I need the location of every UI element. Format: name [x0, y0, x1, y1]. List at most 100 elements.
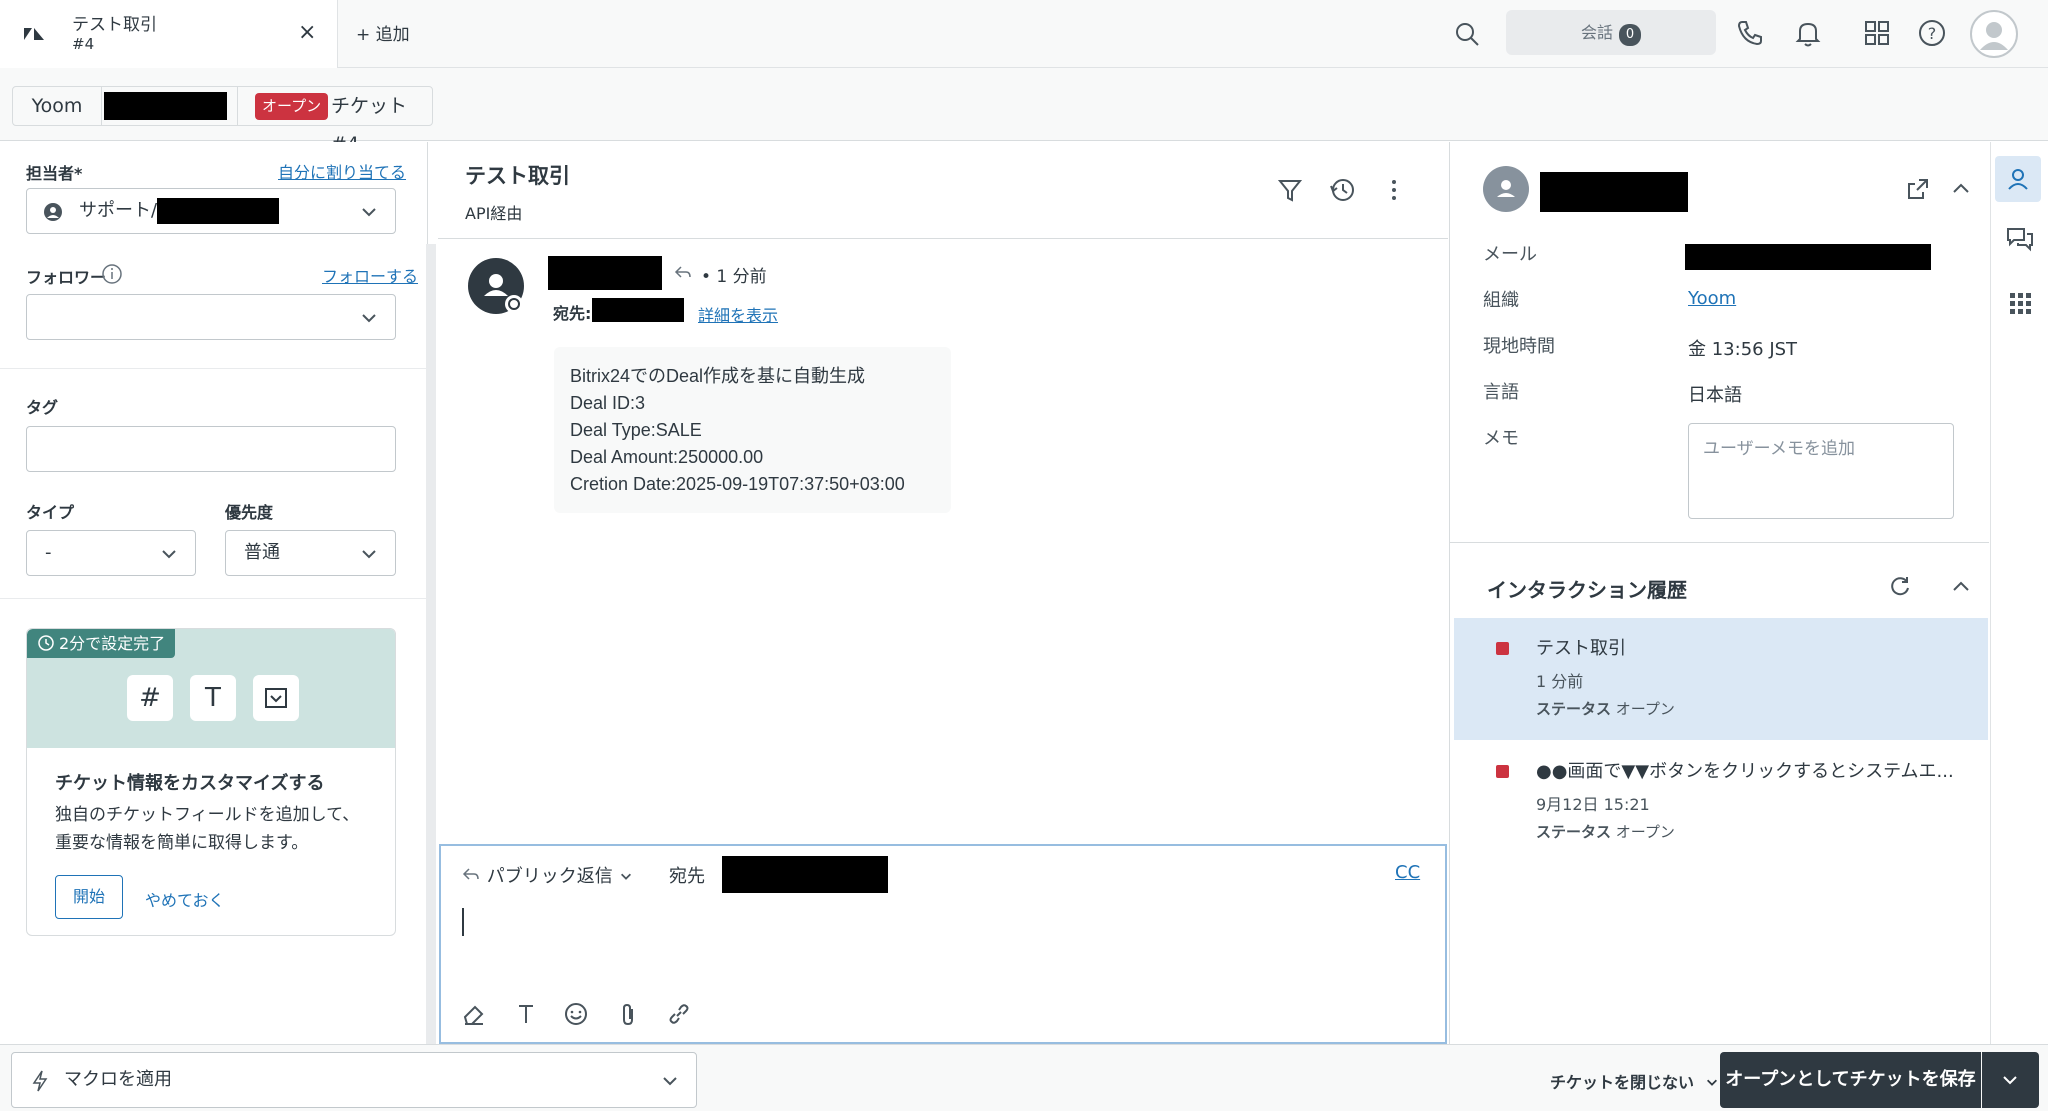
chat-bubbles-icon[interactable]	[2003, 222, 2037, 256]
emoji-icon[interactable]	[563, 1001, 589, 1027]
link-icon[interactable]	[666, 1001, 692, 1027]
history-item[interactable]: テスト取引 1 分前 ステータス オープン	[1454, 618, 1988, 740]
promo-skip-link[interactable]: やめておく	[145, 887, 225, 911]
priority-value: 普通	[244, 542, 280, 563]
redacted-sender	[548, 256, 662, 290]
history-item-status: ステータス オープン	[1536, 698, 1675, 719]
message-line: Deal ID:3	[570, 393, 646, 413]
message-line: Deal Type:SALE	[570, 420, 702, 440]
more-options-icon[interactable]	[1380, 176, 1408, 204]
ticket-channel: API経由	[465, 204, 523, 223]
priority-select[interactable]: 普通	[225, 530, 396, 576]
apply-macro-dropdown[interactable]: マクロを適用	[11, 1052, 697, 1108]
breadcrumb-ticket[interactable]: オープン チケット #4	[237, 86, 433, 155]
text-field-icon: T	[190, 675, 236, 721]
reply-composer[interactable]: パブリック返信 宛先 CC	[439, 844, 1447, 1044]
agent-avatar	[468, 258, 524, 314]
filter-icon[interactable]	[1276, 176, 1304, 204]
attachment-icon[interactable]	[615, 1001, 641, 1027]
assign-self-link[interactable]: 自分に割り当てる	[278, 159, 406, 183]
redacted-assignee	[157, 198, 280, 224]
tags-label: タグ	[26, 398, 59, 417]
type-select[interactable]: -	[26, 530, 196, 576]
status-dot	[1496, 765, 1509, 778]
memo-label: メモ	[1483, 428, 1519, 449]
history-item[interactable]: ●●画面で▼▼ボタンをクリックするとシステムエ... 9月12日 15:21 ス…	[1454, 741, 1988, 863]
cc-link[interactable]: CC	[1395, 862, 1420, 883]
help-icon[interactable]: ?	[1915, 16, 1949, 50]
info-icon[interactable]	[101, 263, 123, 285]
follow-link[interactable]: フォローする	[322, 263, 418, 287]
message-line: Deal Amount:250000.00	[570, 447, 764, 467]
close-tab-icon[interactable]: ×	[298, 20, 316, 45]
divider	[438, 238, 1448, 239]
followers-label: フォロワー	[26, 268, 107, 287]
reply-icon	[674, 266, 691, 278]
conversations-count: 0	[1619, 24, 1641, 46]
organization-link[interactable]: Yoom	[1688, 288, 1736, 309]
notification-bell-icon[interactable]	[1791, 16, 1825, 50]
eraser-icon[interactable]	[461, 1001, 487, 1027]
user-icon	[1497, 180, 1515, 197]
redacted-user-name	[104, 92, 227, 120]
memo-textarea[interactable]: ユーザーメモを追加	[1688, 423, 1954, 519]
user-icon	[484, 274, 523, 313]
refresh-icon[interactable]	[1887, 574, 1913, 600]
history-item-time: 1 分前	[1536, 672, 1584, 691]
tab-number: #4	[72, 35, 95, 53]
dropdown-field-icon	[253, 675, 299, 721]
followers-select[interactable]	[26, 294, 396, 340]
message-to-label: 宛先:	[553, 304, 592, 323]
customer-avatar	[1483, 166, 1529, 212]
assignee-label: 担当者*	[26, 164, 83, 183]
breadcrumb-org[interactable]: Yoom	[12, 86, 102, 126]
message-body: Bitrix24でのDeal作成を基に自動生成 Deal ID:3 Deal T…	[554, 347, 951, 513]
local-time-label: 現地時間	[1483, 336, 1555, 357]
chevron-down-icon	[663, 1077, 677, 1086]
scrollbar[interactable]	[426, 244, 436, 1044]
apps-icon[interactable]	[2003, 286, 2037, 320]
message-time: • 1 分前	[701, 267, 767, 287]
promo-tag: 2分で設定完了	[27, 629, 176, 658]
customize-promo-card: 2分で設定完了 # T チケット情報をカスタマイズする 独自のチケットフィールド…	[26, 628, 396, 936]
user-icon	[1980, 22, 2008, 50]
user-avatar[interactable]	[1970, 10, 2018, 58]
composer-to-label: 宛先	[669, 866, 705, 887]
search-icon[interactable]	[1452, 19, 1482, 49]
open-external-icon[interactable]	[1905, 176, 1931, 202]
phone-icon[interactable]	[1733, 16, 1767, 50]
history-icon[interactable]	[1328, 176, 1356, 204]
promo-start-button[interactable]: 開始	[55, 875, 123, 919]
assignee-select[interactable]: サポート/	[26, 188, 396, 234]
user-icon	[2008, 169, 2028, 190]
text-format-icon[interactable]	[513, 1001, 539, 1027]
show-details-link[interactable]: 詳細を表示	[698, 302, 778, 326]
group-icon	[44, 203, 62, 221]
divider	[0, 598, 426, 599]
message-line: Bitrix24でのDeal作成を基に自動生成	[570, 366, 866, 386]
breadcrumb-user[interactable]	[101, 86, 238, 126]
save-ticket-button[interactable]: オープンとしてチケットを保存	[1720, 1052, 1981, 1108]
ticket-subject: テスト取引	[465, 164, 570, 188]
save-options-dropdown[interactable]	[1982, 1052, 2039, 1108]
rail-user-tab[interactable]	[1995, 156, 2041, 202]
chevron-up-icon[interactable]	[1950, 178, 1972, 200]
promo-tag-text: 2分で設定完了	[59, 634, 166, 653]
reply-mode-label: パブリック返信	[486, 866, 613, 887]
interaction-history-title: インタラクション履歴	[1487, 578, 1687, 602]
chevron-down-icon	[362, 550, 376, 559]
chevron-up-icon[interactable]	[1950, 576, 1972, 598]
email-label: メール	[1483, 244, 1537, 265]
add-tab-button[interactable]: + 追加	[356, 20, 410, 45]
chevron-down-icon	[162, 550, 176, 559]
language-value: 日本語	[1688, 385, 1742, 406]
conversations-button[interactable]: 会話 0	[1506, 10, 1716, 55]
apps-grid-icon[interactable]	[1860, 16, 1894, 50]
tags-input[interactable]	[26, 426, 396, 472]
svg-text:?: ?	[1928, 24, 1937, 43]
ticket-close-option[interactable]: チケットを閉じない	[1550, 1069, 1720, 1093]
ticket-tab[interactable]: テスト取引 #4 ×	[0, 0, 338, 68]
reply-mode-dropdown[interactable]: パブリック返信	[461, 862, 634, 888]
conversations-label: 会話	[1580, 23, 1613, 42]
status-value: オープン	[1615, 823, 1675, 841]
